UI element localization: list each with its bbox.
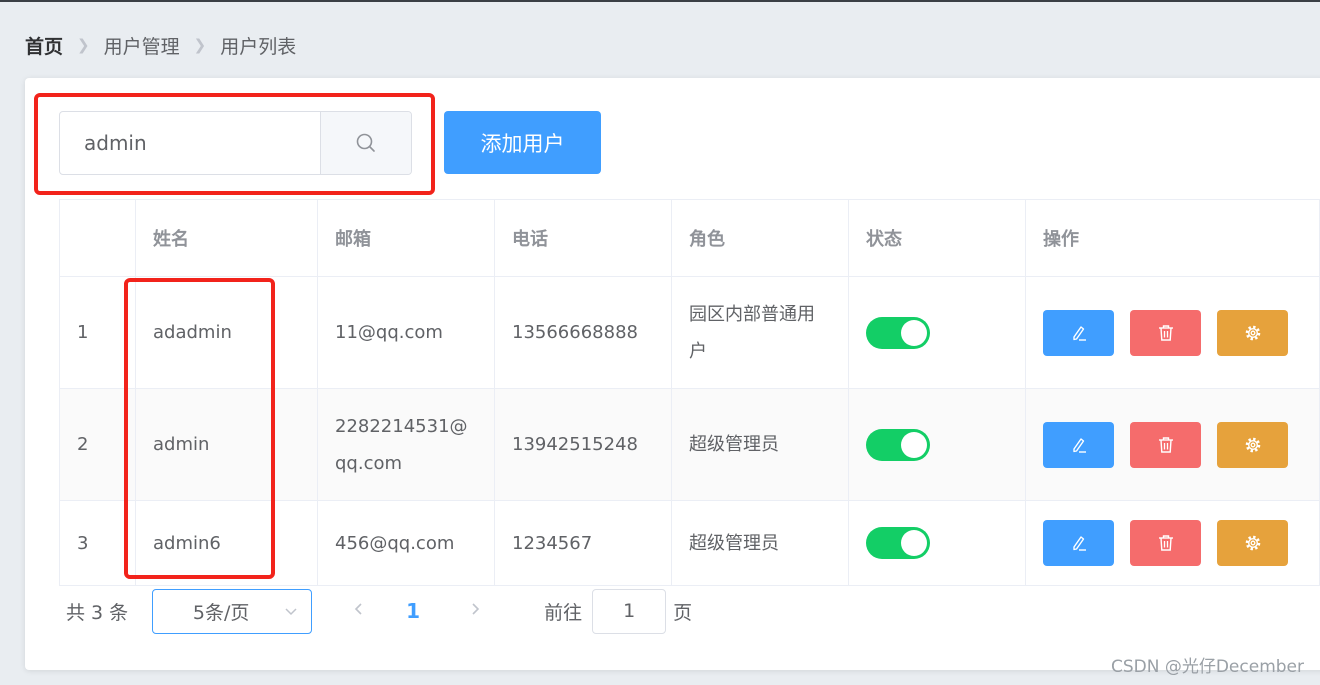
table-header-row: 姓名 邮箱 电话 角色 状态 操作	[60, 200, 1320, 277]
watermark: CSDN @光仔December	[1110, 657, 1304, 677]
page-size-value: 5条/页	[192, 601, 250, 624]
switch-knob	[901, 431, 927, 458]
page-number-current[interactable]: 1	[406, 599, 420, 623]
trash-icon	[1158, 324, 1173, 341]
gear-icon	[1245, 325, 1260, 340]
user-phone: 13566668888	[495, 277, 672, 388]
column-header-actions: 操作	[1026, 200, 1320, 276]
column-header-status: 状态	[849, 200, 1026, 276]
pagination: 共 3 条 5条/页 1 前往 页	[66, 588, 692, 634]
row-index: 1	[60, 277, 136, 388]
settings-button[interactable]	[1217, 421, 1288, 468]
goto-label: 前往	[544, 601, 583, 624]
chevron-right-icon	[472, 603, 480, 615]
edit-icon	[1072, 536, 1086, 551]
edit-icon	[1072, 325, 1086, 341]
edit-button[interactable]	[1043, 520, 1114, 566]
edit-icon	[1072, 437, 1086, 453]
row-index: 2	[60, 389, 136, 500]
row-actions	[1043, 421, 1288, 468]
chevron-down-icon	[285, 607, 297, 615]
breadcrumb-home[interactable]: 首页	[25, 32, 63, 59]
table-row: 2 admin 2282214531@qq.com 13942515248 超级…	[60, 389, 1320, 501]
user-phone: 1234567	[495, 501, 672, 585]
chevron-right-icon: ❯	[193, 36, 207, 54]
status-switch[interactable]	[866, 316, 930, 349]
column-header-name: 姓名	[136, 200, 318, 276]
table-row: 3 admin6 456@qq.com 1234567 超级管理员	[60, 501, 1320, 586]
breadcrumb-user-list: 用户列表	[220, 35, 297, 58]
breadcrumb-user-management: 用户管理	[103, 35, 180, 58]
search-box	[59, 111, 412, 175]
switch-knob	[901, 319, 927, 346]
user-email: 456@qq.com	[318, 501, 495, 585]
user-role: 园区内部普通用户	[689, 303, 815, 362]
column-header-role: 角色	[672, 200, 849, 276]
prev-page-button[interactable]	[352, 600, 366, 622]
column-header-phone: 电话	[495, 200, 672, 276]
delete-button[interactable]	[1130, 520, 1201, 566]
chevron-left-icon	[355, 603, 362, 615]
search-button[interactable]	[320, 112, 411, 174]
user-email: 2282214531@qq.com	[335, 415, 468, 474]
row-actions	[1043, 520, 1288, 566]
edit-button[interactable]	[1043, 309, 1114, 356]
settings-button[interactable]	[1217, 309, 1288, 356]
page-size-select[interactable]: 5条/页	[152, 588, 313, 634]
window-top-border	[0, 0, 1320, 2]
row-index: 3	[60, 501, 136, 585]
row-actions	[1043, 309, 1288, 356]
status-switch[interactable]	[866, 527, 930, 559]
pagination-total: 共 3 条	[66, 601, 129, 624]
breadcrumb: 首页 ❯ 用户管理 ❯ 用户列表	[25, 32, 296, 58]
gear-icon	[1245, 535, 1260, 551]
status-switch[interactable]	[866, 428, 930, 461]
switch-knob	[901, 530, 927, 556]
column-header-email: 邮箱	[318, 200, 495, 276]
next-page-button[interactable]	[468, 600, 482, 622]
trash-icon	[1158, 436, 1173, 453]
user-name: admin6	[136, 501, 318, 585]
search-input[interactable]	[60, 112, 320, 174]
delete-button[interactable]	[1130, 421, 1201, 468]
trash-icon	[1158, 535, 1173, 551]
user-name: admin	[136, 389, 318, 500]
edit-button[interactable]	[1043, 421, 1114, 468]
user-phone: 13942515248	[495, 389, 672, 500]
page-suffix-label: 页	[673, 601, 693, 624]
user-name: adadmin	[136, 277, 318, 388]
user-table: 姓名 邮箱 电话 角色 状态 操作 1 adadmin 11@qq.com 13…	[59, 199, 1320, 586]
table-row: 1 adadmin 11@qq.com 13566668888 园区内部普通用户	[60, 277, 1320, 389]
gear-icon	[1245, 437, 1260, 452]
goto-page-input[interactable]	[592, 588, 667, 634]
column-header-index	[60, 200, 136, 276]
add-user-button[interactable]: 添加用户	[444, 111, 601, 174]
user-role: 超级管理员	[672, 389, 849, 500]
settings-button[interactable]	[1217, 520, 1288, 566]
delete-button[interactable]	[1130, 309, 1201, 356]
search-icon	[356, 133, 375, 152]
chevron-right-icon: ❯	[77, 36, 90, 54]
user-email: 11@qq.com	[318, 277, 495, 388]
user-role: 超级管理员	[672, 501, 849, 585]
